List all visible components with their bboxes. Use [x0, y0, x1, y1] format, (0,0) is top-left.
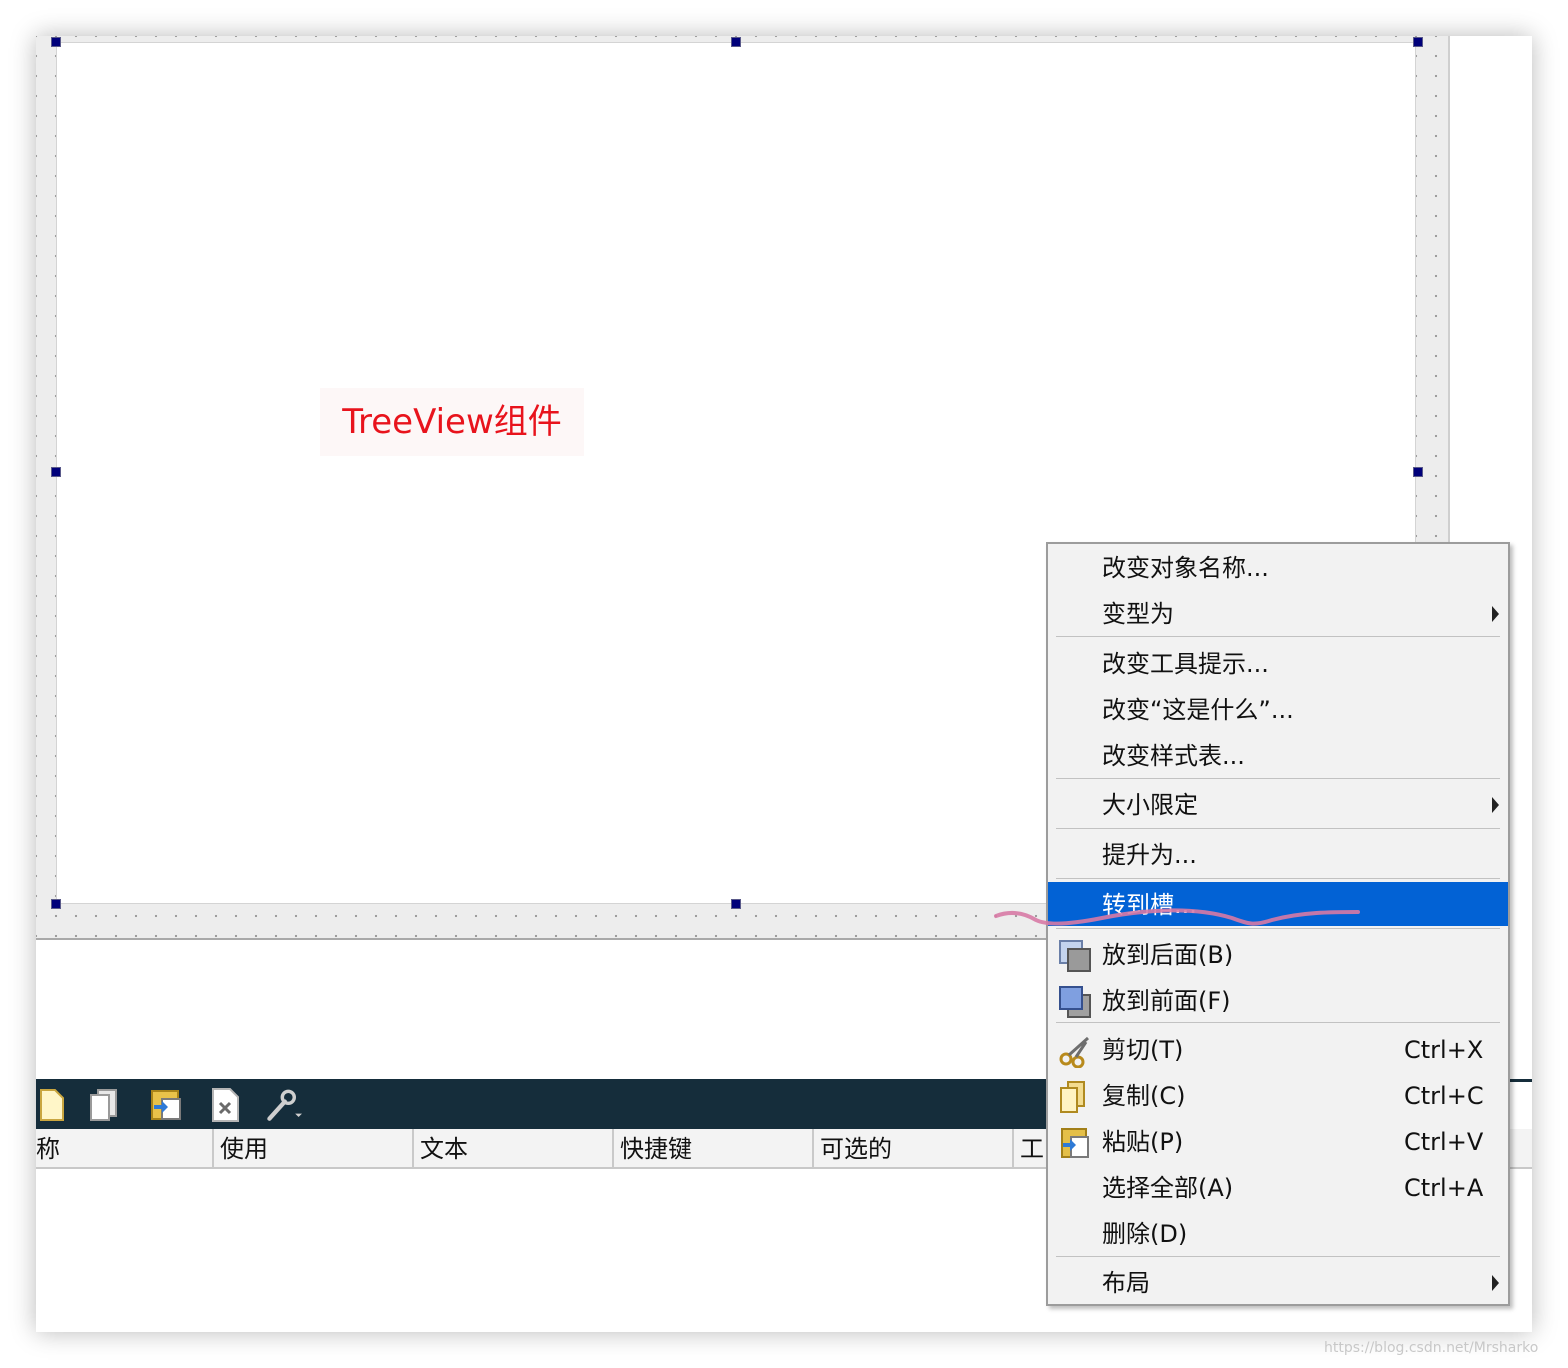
watermark: https://blog.csdn.net/Mrsharko: [1324, 1340, 1539, 1356]
send-to-back-icon: [1058, 939, 1092, 973]
bring-to-front-icon: [1058, 985, 1092, 1019]
menu-item-delete[interactable]: 删除(D): [1048, 1211, 1508, 1257]
menu-item-copy[interactable]: 复制(C) Ctrl+C: [1048, 1073, 1508, 1119]
menu-item-morph-into[interactable]: 变型为: [1048, 591, 1508, 637]
menu-separator: [1056, 878, 1500, 879]
menu-item-paste[interactable]: 粘贴(P) Ctrl+V: [1048, 1119, 1508, 1165]
menu-item-go-to-slot[interactable]: 转到槽...: [1048, 882, 1508, 926]
column-header-name[interactable]: 称: [36, 1129, 212, 1167]
resize-handle-top-left[interactable]: [51, 37, 61, 47]
cut-scissors-icon: [1058, 1034, 1092, 1069]
copy-action-icon[interactable]: [88, 1087, 124, 1123]
column-header-used[interactable]: 使用: [212, 1129, 412, 1167]
menu-item-change-object-name[interactable]: 改变对象名称...: [1048, 545, 1508, 591]
menu-separator: [1056, 1022, 1500, 1023]
menu-item-bring-to-front[interactable]: 放到前面(F): [1048, 978, 1508, 1024]
resize-handle-right[interactable]: [1413, 467, 1423, 477]
menu-separator: [1056, 828, 1500, 829]
copy-icon: [1058, 1080, 1092, 1114]
resize-handle-bottom[interactable]: [731, 899, 741, 909]
menu-item-promote-to[interactable]: 提升为...: [1048, 832, 1508, 878]
resize-handle-top-right[interactable]: [1413, 37, 1423, 47]
submenu-arrow-icon: [1492, 797, 1499, 813]
menu-separator: [1056, 1256, 1500, 1257]
submenu-arrow-icon: [1492, 606, 1499, 622]
menu-item-layout[interactable]: 布局: [1048, 1260, 1508, 1306]
configure-wrench-icon[interactable]: [266, 1087, 302, 1123]
new-action-icon[interactable]: [36, 1087, 72, 1123]
action-editor-toolbar: [36, 1079, 1076, 1129]
menu-item-cut[interactable]: 剪切(T) Ctrl+X: [1048, 1027, 1508, 1073]
column-header-shortcut[interactable]: 快捷键: [612, 1129, 812, 1167]
column-header-text[interactable]: 文本: [412, 1129, 612, 1167]
menu-item-change-whats-this[interactable]: 改变“这是什么”...: [1048, 687, 1508, 733]
menu-item-select-all[interactable]: 选择全部(A) Ctrl+A: [1048, 1165, 1508, 1211]
context-menu: 改变对象名称... 变型为 改变工具提示... 改变“这是什么”... 改变样式…: [1046, 542, 1510, 1306]
paste-icon: [1058, 1126, 1092, 1160]
menu-separator: [1056, 928, 1500, 929]
column-header-checkable[interactable]: 可选的: [812, 1129, 1012, 1167]
resize-handle-left[interactable]: [51, 467, 61, 477]
menu-item-change-stylesheet[interactable]: 改变样式表...: [1048, 733, 1508, 779]
menu-item-send-to-back[interactable]: 放到后面(B): [1048, 932, 1508, 978]
resize-handle-bottom-left[interactable]: [51, 899, 61, 909]
menu-separator: [1056, 636, 1500, 637]
menu-item-change-tooltip[interactable]: 改变工具提示...: [1048, 641, 1508, 687]
dock-divider: [1508, 1079, 1532, 1082]
paste-action-icon[interactable]: [148, 1087, 184, 1123]
delete-action-icon[interactable]: [208, 1087, 244, 1123]
submenu-arrow-icon: [1492, 1275, 1499, 1291]
menu-item-size-constraints[interactable]: 大小限定: [1048, 782, 1508, 828]
menu-separator: [1056, 778, 1500, 779]
resize-handle-top[interactable]: [731, 37, 741, 47]
widget-caption: TreeView组件: [320, 388, 584, 456]
